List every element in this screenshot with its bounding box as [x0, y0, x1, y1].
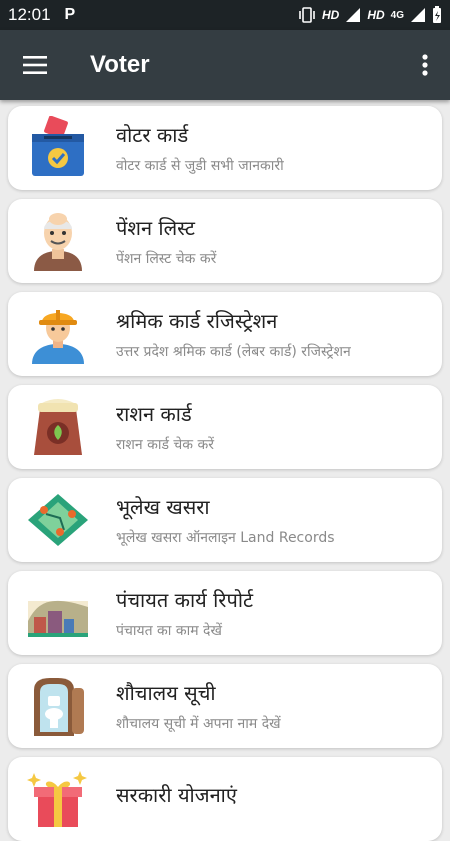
network-type: 4G: [390, 9, 404, 21]
status-bar: 12:01 P HD HD 4G: [0, 0, 450, 30]
menu-button[interactable]: [0, 30, 70, 100]
hd-label-1: HD: [321, 8, 340, 22]
status-time: 12:01: [8, 5, 51, 24]
more-vert-icon: [422, 54, 428, 76]
item-title: सरकारी योजनाएं: [116, 783, 237, 807]
grain-sack-icon: [24, 393, 92, 461]
app-bar: Voter: [0, 30, 450, 100]
item-subtitle: वोटर कार्ड से जुडी सभी जानकारी: [116, 157, 284, 174]
list-item-toilet-list[interactable]: शौचालय सूची शौचालय सूची में अपना नाम देख…: [8, 664, 442, 748]
hamburger-menu-icon: [23, 56, 47, 74]
item-title: वोटर कार्ड: [116, 122, 189, 147]
item-subtitle: भूलेख खसरा ऑनलाइन Land Records: [116, 529, 335, 546]
list-item-shramik-card[interactable]: श्रमिक कार्ड रजिस्ट्रेशन उत्तर प्रदेश श्…: [8, 292, 442, 376]
app-title: Voter: [90, 51, 150, 78]
list-item-sarkari-yojana[interactable]: सरकारी योजनाएं: [8, 757, 442, 841]
item-title: राशन कार्ड: [116, 401, 192, 426]
gift-icon: [24, 765, 92, 833]
land-map-icon: [24, 486, 92, 554]
worker-icon: [24, 300, 92, 368]
item-subtitle: शौचालय सूची में अपना नाम देखें: [116, 715, 281, 732]
village-icon: [24, 579, 92, 647]
item-title: शौचालय सूची: [116, 680, 216, 705]
hd-label-2: HD: [367, 8, 385, 22]
signal-icon-1: [346, 8, 361, 22]
item-title: पंचायत कार्य रिपोर्ट: [116, 587, 254, 612]
item-title: श्रमिक कार्ड रजिस्ट्रेशन: [116, 308, 278, 333]
app-notification-badge: P: [64, 6, 76, 23]
list-item-panchayat-report[interactable]: पंचायत कार्य रिपोर्ट पंचायत का काम देखें: [8, 571, 442, 655]
list-item-pension-list[interactable]: पेंशन लिस्ट पेंशन लिस्ट चेक करें: [8, 199, 442, 283]
vibrate-icon: [299, 7, 315, 23]
overflow-menu-button[interactable]: [400, 30, 450, 100]
toilet-icon: [24, 672, 92, 740]
item-title: भूलेख खसरा: [116, 494, 210, 519]
item-subtitle: पंचायत का काम देखें: [116, 622, 222, 639]
signal-icon-2: [411, 8, 425, 22]
list-item-voter-card[interactable]: वोटर कार्ड वोटर कार्ड से जुडी सभी जानकार…: [8, 106, 442, 190]
item-subtitle: राशन कार्ड चेक करें: [116, 436, 214, 453]
elderly-man-icon: [24, 207, 92, 275]
ballot-box-icon: [24, 114, 92, 182]
item-title: पेंशन लिस्ट: [116, 215, 196, 240]
item-subtitle: पेंशन लिस्ट चेक करें: [116, 250, 217, 267]
list-item-ration-card[interactable]: राशन कार्ड राशन कार्ड चेक करें: [8, 385, 442, 469]
status-icons: HD HD 4G: [298, 6, 442, 24]
list-item-bhulekh-khasra[interactable]: भूलेख खसरा भूलेख खसरा ऑनलाइन Land Record…: [8, 478, 442, 562]
battery-icon: [433, 6, 441, 23]
item-subtitle: उत्तर प्रदेश श्रमिक कार्ड (लेबर कार्ड) र…: [116, 343, 351, 360]
